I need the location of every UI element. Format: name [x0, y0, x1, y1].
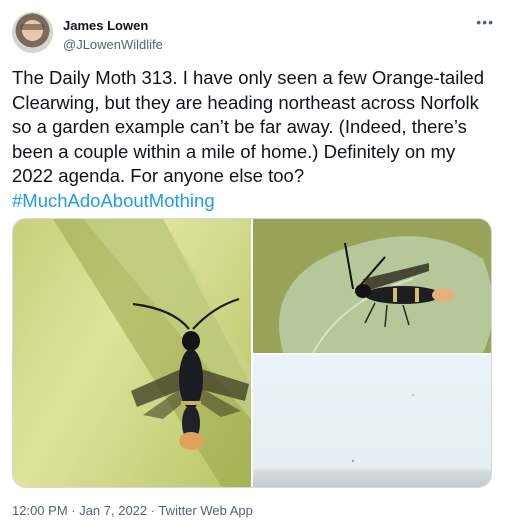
- avatar[interactable]: [12, 12, 53, 53]
- moth-photo-1-image: [53, 219, 251, 487]
- moth-photo-2-image: [253, 219, 491, 353]
- hashtag-link[interactable]: #MuchAdoAboutMothing: [12, 190, 215, 211]
- tweet-header: James Lowen @JLowenWildlife •••: [12, 12, 496, 60]
- moth-photo-3-image: [351, 394, 414, 463]
- photo-moth-on-leaf[interactable]: [253, 219, 491, 353]
- photo-pale-background[interactable]: [253, 355, 491, 487]
- tweet-text: The Daily Moth 313. I have only seen a f…: [12, 66, 496, 214]
- author-handle[interactable]: @JLowenWildlife: [63, 37, 163, 52]
- tweet-body: The Daily Moth 313. I have only seen a f…: [12, 67, 490, 187]
- media-grid: [12, 218, 492, 488]
- author-name[interactable]: James Lowen: [63, 18, 148, 33]
- tweet-footer: 12:00 PM · Jan 7, 2022 · Twitter Web App: [12, 503, 253, 518]
- photo-moth-on-grass[interactable]: [13, 219, 251, 487]
- more-options-icon[interactable]: •••: [476, 14, 494, 30]
